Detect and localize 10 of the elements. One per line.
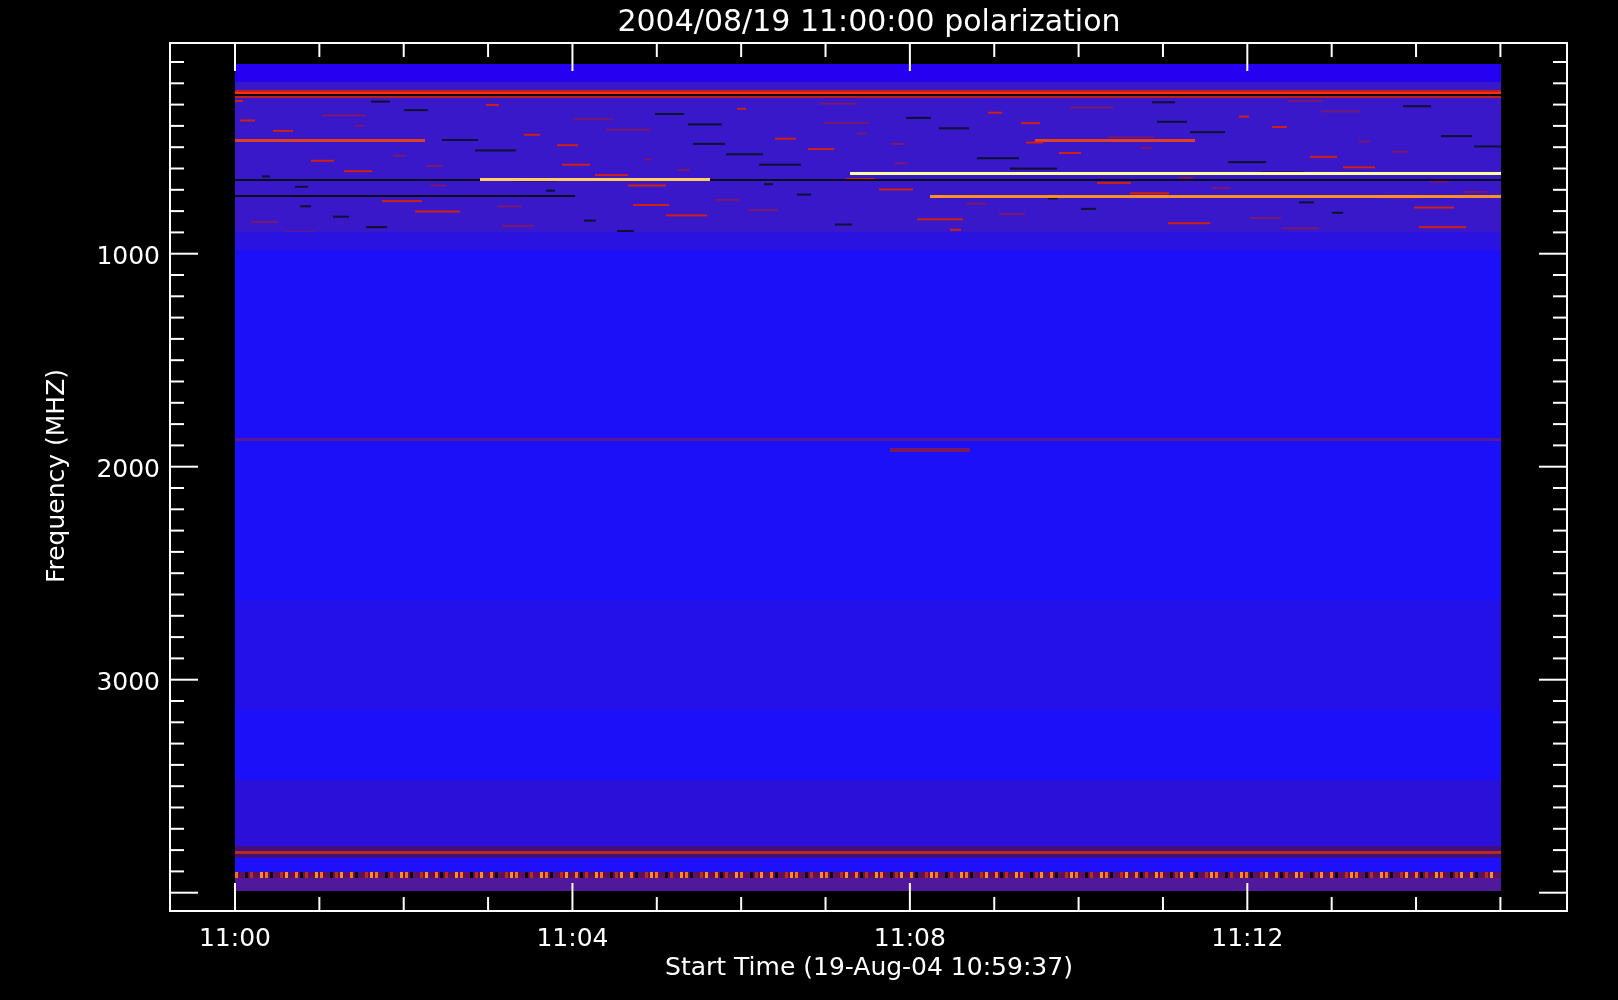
y-tick-label: 3000	[96, 667, 160, 696]
x-tick-label: 11:12	[1211, 923, 1284, 952]
x-tick-label: 11:08	[873, 923, 946, 952]
x-tick-label: 11:00	[199, 923, 271, 952]
y-tick-label: 2000	[96, 454, 160, 483]
x-tick-label: 11:04	[536, 923, 609, 952]
y-axis-label: Frequency (MHZ)	[41, 368, 70, 584]
chart-title: 2004/08/19 11:00:00 polarization	[617, 3, 1121, 38]
y-tick-label: 1000	[96, 241, 160, 270]
x-axis-label: Start Time (19-Aug-04 10:59:37)	[665, 952, 1073, 981]
